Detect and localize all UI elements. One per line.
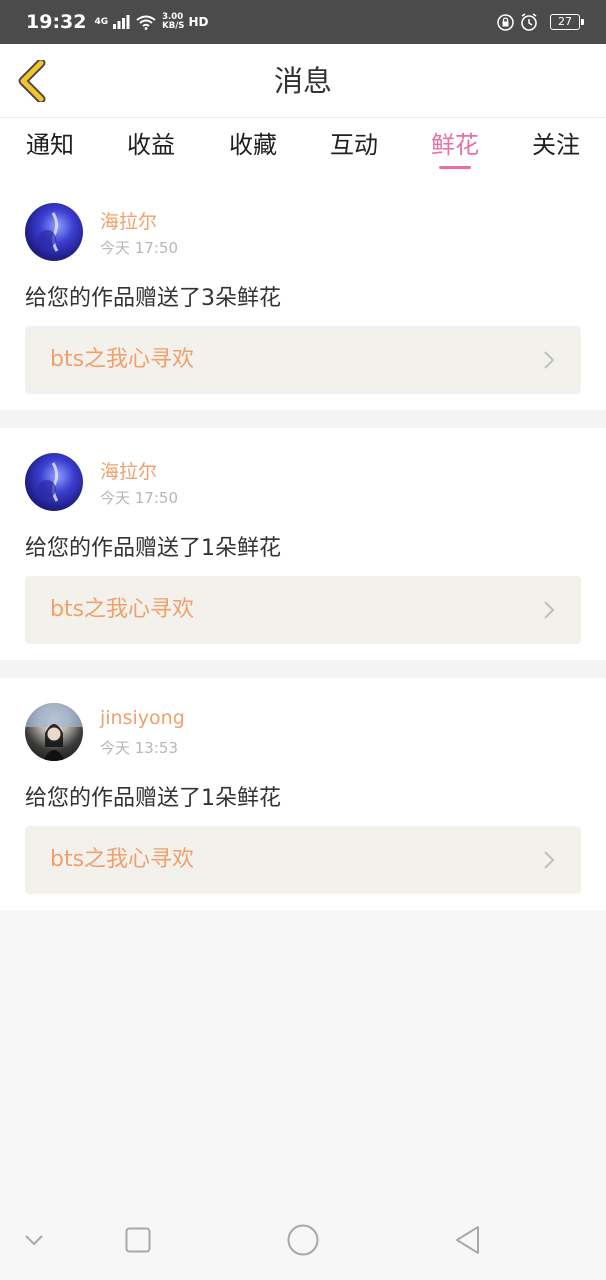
divider [0,660,606,678]
tab-earnings[interactable]: 收益 [101,118,201,178]
tab-label: 互动 [330,131,378,159]
work-title: bts之我心寻欢 [50,597,195,622]
nav-home-button[interactable] [281,1200,325,1280]
avatar[interactable] [25,453,83,511]
triangle-back-icon [456,1226,479,1254]
timestamp: 今天 13:53 [100,739,178,757]
work-title: bts之我心寻欢 [50,347,195,372]
tab-flowers[interactable]: 鲜花 [405,118,505,178]
nav-back-button[interactable] [446,1200,490,1280]
timestamp: 今天 17:50 [100,489,178,507]
work-link[interactable]: bts之我心寻欢 [25,326,581,394]
tab-interaction[interactable]: 互动 [304,118,404,178]
tab-label: 关注 [532,131,580,159]
alarm-icon [520,13,538,31]
notification-message: 给您的作品赠送了1朵鲜花 [25,536,281,561]
avatar[interactable] [25,703,83,761]
tab-label: 收益 [127,131,175,159]
nav-recents-button[interactable] [116,1200,160,1280]
tab-label: 收藏 [229,131,277,159]
timestamp: 今天 17:50 [100,239,178,257]
network-speed: 3.00 KB/S [162,13,184,31]
work-title: bts之我心寻欢 [50,847,195,872]
notification-item: jinsiyong 今天 13:53 给您的作品赠送了1朵鲜花 bts之我心寻欢 [0,678,606,910]
square-icon [125,1227,151,1253]
wifi-icon [136,15,156,30]
battery-icon: 27 [550,14,584,30]
system-nav-bar [0,1200,606,1280]
chevron-right-icon [544,351,555,369]
status-left: 19:32 4G 3.00 KB/S HD [26,11,208,33]
hd-indicator: HD [188,15,209,29]
circle-icon [287,1224,319,1256]
divider [0,410,606,428]
notification-list: 海拉尔 今天 17:50 给您的作品赠送了3朵鲜花 bts之我心寻欢 海拉尔 今… [0,178,606,910]
active-tab-indicator [439,166,471,169]
notification-message: 给您的作品赠送了3朵鲜花 [25,286,281,311]
tab-favorites[interactable]: 收藏 [203,118,303,178]
tab-follow[interactable]: 关注 [506,118,606,178]
status-right: 27 [497,13,584,31]
notification-message: 给您的作品赠送了1朵鲜花 [25,786,281,811]
notification-item: 海拉尔 今天 17:50 给您的作品赠送了1朵鲜花 bts之我心寻欢 [0,428,606,660]
username[interactable]: 海拉尔 [100,207,157,234]
network-type: 4G [94,17,109,27]
status-bar: 19:32 4G 3.00 KB/S HD 27 [0,0,606,44]
chevron-right-icon [544,851,555,869]
status-time: 19:32 [26,11,87,33]
notification-item: 海拉尔 今天 17:50 给您的作品赠送了3朵鲜花 bts之我心寻欢 [0,178,606,410]
work-link[interactable]: bts之我心寻欢 [25,576,581,644]
signal-icon [112,15,130,29]
tab-bar: 通知 收益 收藏 互动 鲜花 关注 [0,118,606,178]
tab-label: 通知 [26,131,74,159]
tab-notify[interactable]: 通知 [0,118,100,178]
chevron-right-icon [544,601,555,619]
page-title: 消息 [273,64,332,98]
nav-collapse-button[interactable] [14,1200,54,1280]
username[interactable]: 海拉尔 [100,457,157,484]
work-link[interactable]: bts之我心寻欢 [25,826,581,894]
rotation-lock-icon [497,13,514,31]
tab-label: 鲜花 [431,131,479,159]
speed-unit: KB/S [162,21,185,31]
header: 消息 [0,44,606,118]
avatar[interactable] [25,203,83,261]
chevron-down-icon [25,1235,43,1246]
username[interactable]: jinsiyong [100,707,185,729]
